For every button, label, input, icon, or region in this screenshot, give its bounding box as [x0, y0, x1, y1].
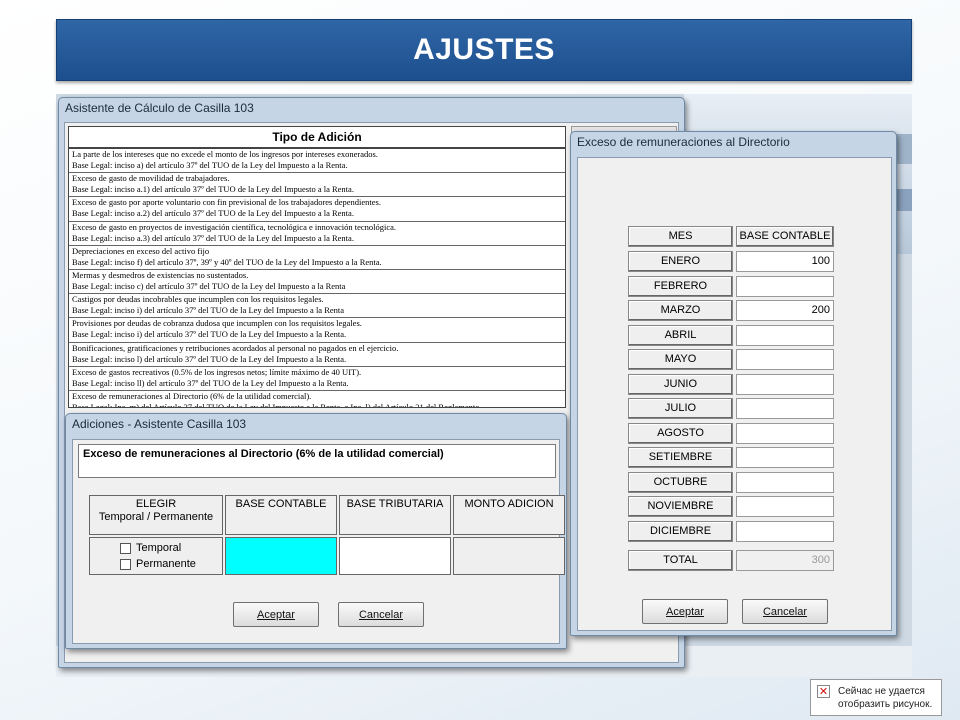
col-elegir-label: ELEGIR	[135, 498, 177, 510]
adicion-row-base-legal: Base Legal: Inc. m) del Artículo 37 del …	[72, 401, 480, 408]
total-label: TOTAL	[628, 550, 733, 571]
col-elegir-header: ELEGIR Temporal / Permanente	[89, 495, 223, 535]
broken-image-text: Сейчас не удается отобразить рисунок.	[838, 686, 933, 710]
month-value-input[interactable]	[736, 496, 834, 517]
adicion-row-description: Mermas y desmedros de existencias no sus…	[72, 269, 249, 280]
adicion-row[interactable]: Exceso de gasto de movilidad de trabajad…	[69, 173, 565, 198]
elegir-cell: Temporal Permanente	[89, 537, 223, 575]
col-elegir-sublabel: Temporal / Permanente	[98, 511, 214, 523]
month-label: DICIEMBRE	[628, 520, 733, 542]
month-value-input[interactable]: 100	[736, 251, 834, 272]
adicion-row-description: Exceso de gasto en proyectos de investig…	[72, 221, 397, 232]
adicion-row[interactable]: Depreciaciones en exceso del activo fijo…	[69, 246, 565, 270]
month-value-input[interactable]	[736, 373, 834, 395]
adicion-row-base-legal: Base Legal: inciso c) del artículo 37º d…	[72, 280, 346, 291]
month-value-input[interactable]	[736, 349, 834, 370]
permanente-label: Permanente	[136, 558, 196, 570]
month-label: JULIO	[628, 398, 733, 419]
month-value-input[interactable]	[736, 398, 834, 419]
col-monto-adicion-header: MONTO ADICION	[453, 495, 565, 535]
month-value-input[interactable]	[736, 520, 834, 542]
adicion-row-base-legal: Base Legal: inciso a.2) del artículo 37º…	[72, 208, 354, 219]
month-label: OCTUBRE	[628, 471, 733, 493]
adicion-row-base-legal: Base Legal: inciso a) del artículo 37º d…	[72, 160, 348, 170]
adicion-row[interactable]: Exceso de gasto por aporte voluntario co…	[69, 197, 565, 222]
adicion-row-description: Exceso de gasto por aporte voluntario co…	[72, 197, 381, 208]
base-tributaria-input[interactable]	[339, 537, 451, 575]
month-label: ENERO	[628, 251, 733, 272]
month-label: MARZO	[628, 300, 733, 321]
col-base-contable-header: BASE CONTABLE	[225, 495, 337, 535]
adicion-row[interactable]: Exceso de gasto en proyectos de investig…	[69, 222, 565, 246]
slide-title-bar: AJUSTES	[56, 19, 912, 81]
temporal-checkbox[interactable]	[120, 542, 131, 554]
adiciones-cancelar-button[interactable]: Cancelar	[338, 602, 424, 627]
slide-title: AJUSTES	[413, 33, 555, 66]
adicion-row-description: Exceso de gastos recreativos (0.5% de lo…	[72, 366, 362, 377]
permanente-checkbox[interactable]	[120, 558, 131, 570]
tipo-adicion-table: Tipo de Adición La parte de los interese…	[68, 126, 566, 408]
col-base-contable-header: BASE CONTABLE	[736, 226, 834, 247]
adicion-row-description: Provisiones por deudas de cobranza dudos…	[72, 318, 362, 329]
adiciones-heading: Exceso de remuneraciones al Directorio (…	[78, 444, 556, 478]
adiciones-aceptar-button[interactable]: Aceptar	[233, 602, 319, 627]
adicion-row-base-legal: Base Legal: inciso i) del artículo 37º d…	[72, 329, 347, 340]
month-value-input[interactable]	[736, 422, 834, 444]
month-value-input[interactable]	[736, 471, 834, 493]
col-mes-header: MES	[628, 226, 733, 247]
month-value-input[interactable]	[736, 447, 834, 468]
broken-image-placeholder: ✕ Сейчас не удается отобразить рисунок.	[810, 679, 942, 716]
monto-adicion-field	[453, 537, 565, 575]
adiciones-window: Adiciones - Asistente Casilla 103 Exceso…	[65, 413, 567, 649]
adicion-row-base-legal: Base Legal: inciso i) del artículo 37º d…	[72, 305, 345, 316]
adicion-row-base-legal: Base Legal: inciso a.3) del artículo 37º…	[72, 232, 354, 243]
adiciones-window-title: Adiciones - Asistente Casilla 103	[72, 417, 247, 431]
adicion-row-description: Castigos por deudas incobrables que incu…	[72, 294, 324, 305]
exceso-window-title: Exceso de remuneraciones al Directorio	[577, 135, 790, 149]
adicion-row[interactable]: Exceso de gastos recreativos (0.5% de lo…	[69, 367, 565, 391]
adicion-row[interactable]: Exceso de remuneraciones al Directorio (…	[69, 390, 565, 408]
adicion-row-description: La parte de los intereses que no excede …	[72, 149, 378, 159]
broken-image-icon: ✕	[817, 685, 830, 698]
asistente-window-title: Asistente de Cálculo de Casilla 103	[65, 101, 254, 115]
col-base-tributaria-header: BASE TRIBUTARIA	[339, 495, 451, 535]
adicion-row[interactable]: Castigos por deudas incobrables que incu…	[69, 294, 565, 319]
month-label: AGOSTO	[628, 422, 733, 444]
adicion-row[interactable]: Provisiones por deudas de cobranza dudos…	[69, 318, 565, 343]
exceso-window-body: MES BASE CONTABLE TOTAL 300 Aceptar Canc…	[577, 157, 892, 631]
adicion-row[interactable]: Bonificaciones, gratificaciones y retrib…	[69, 343, 565, 367]
exceso-aceptar-button[interactable]: Aceptar	[642, 599, 728, 624]
month-value-input[interactable]: 200	[736, 300, 834, 321]
adiciones-window-body: Exceso de remuneraciones al Directorio (…	[72, 439, 565, 644]
adicion-row[interactable]: La parte de los intereses que no excede …	[69, 149, 565, 174]
month-value-input[interactable]	[736, 275, 834, 297]
month-label: NOVIEMBRE	[628, 496, 733, 517]
base-contable-input[interactable]	[225, 537, 337, 575]
adicion-row[interactable]: Mermas y desmedros de existencias no sus…	[69, 269, 565, 295]
month-label: ABRIL	[628, 324, 733, 346]
month-label: SETIEMBRE	[628, 447, 733, 468]
adicion-row-description: Exceso de remuneraciones al Directorio (…	[72, 390, 312, 401]
month-value-input[interactable]	[736, 324, 834, 346]
adicion-row-base-legal: Base Legal: inciso ll) del artículo 37º …	[72, 377, 349, 388]
month-label: FEBRERO	[628, 275, 733, 297]
adicion-row-description: Exceso de gasto de movilidad de trabajad…	[72, 173, 230, 184]
adicion-row-base-legal: Base Legal: inciso a.1) del artículo 37º…	[72, 184, 354, 195]
total-value: 300	[736, 550, 834, 571]
exceso-window: Exceso de remuneraciones al Directorio M…	[570, 131, 897, 636]
exceso-cancelar-button[interactable]: Cancelar	[742, 599, 828, 624]
adicion-row-description: Bonificaciones, gratificaciones y retrib…	[72, 342, 399, 353]
adicion-row-base-legal: Base Legal: inciso f) del artículo 37º, …	[72, 256, 382, 267]
month-label: JUNIO	[628, 373, 733, 395]
tipo-adicion-header: Tipo de Adición	[69, 127, 565, 149]
month-label: MAYO	[628, 349, 733, 370]
temporal-label: Temporal	[136, 542, 182, 554]
adicion-row-description: Depreciaciones en exceso del activo fijo	[72, 245, 210, 256]
option-temporal[interactable]: Temporal	[120, 542, 181, 554]
option-permanente[interactable]: Permanente	[120, 558, 196, 570]
adicion-row-base-legal: Base Legal: inciso l) del artículo 37º d…	[72, 353, 347, 364]
